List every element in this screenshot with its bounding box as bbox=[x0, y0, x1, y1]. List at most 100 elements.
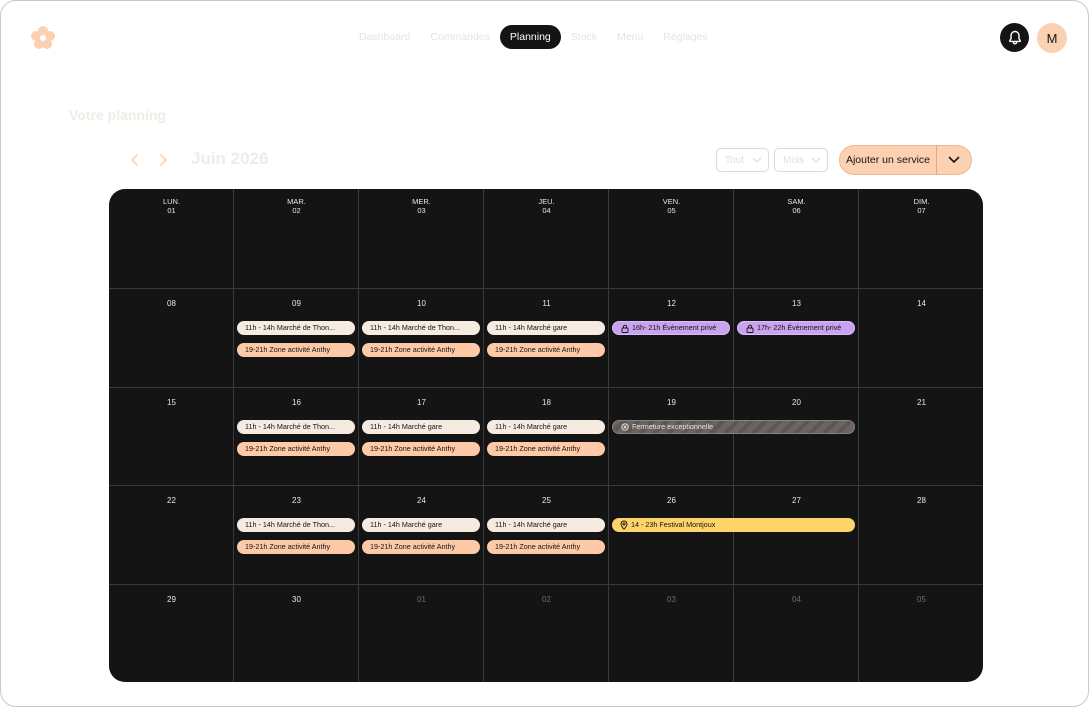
calendar-event[interactable]: 11h - 14h Marché gare bbox=[487, 420, 605, 434]
nav-commandes[interactable]: Commandes bbox=[420, 25, 500, 49]
day-cell-number[interactable]: 09 bbox=[234, 299, 359, 308]
day-cell-number[interactable]: 17 bbox=[359, 398, 484, 407]
day-cell-number[interactable]: 21 bbox=[859, 398, 983, 407]
app-window: Dashboard Commandes Planning Stock Menu … bbox=[0, 0, 1089, 707]
weekday-header[interactable]: SAM. 06 bbox=[734, 197, 859, 215]
weekday-header[interactable]: VEN. 05 bbox=[609, 197, 734, 215]
day-cell-number[interactable]: 19 bbox=[609, 398, 734, 407]
day-cell-number[interactable]: 24 bbox=[359, 496, 484, 505]
calendar-event[interactable]: 11h - 14h Marché de Thon... bbox=[237, 518, 355, 532]
weekday-name: MER. bbox=[412, 197, 431, 206]
calendar-event[interactable]: 19-21h Zone activité Anthy bbox=[487, 343, 605, 357]
day-cell-number[interactable]: 15 bbox=[109, 398, 234, 407]
day-cell-number[interactable]: 20 bbox=[734, 398, 859, 407]
calendar-event-label: 14 - 23h Festival Montjoux bbox=[631, 520, 716, 529]
nav-stock[interactable]: Stock bbox=[561, 25, 607, 49]
weekday-date: 01 bbox=[167, 206, 176, 215]
add-service-button[interactable]: Ajouter un service bbox=[840, 146, 936, 174]
nav-planning[interactable]: Planning bbox=[499, 25, 561, 49]
weekday-name: MAR. bbox=[287, 197, 306, 206]
day-cell-number[interactable]: 23 bbox=[234, 496, 359, 505]
grid-line-horizontal bbox=[109, 584, 983, 585]
grid-line-vertical bbox=[608, 189, 609, 682]
chevron-down-icon bbox=[948, 156, 960, 163]
logo-icon[interactable] bbox=[29, 24, 57, 52]
calendar-event[interactable]: 19-21h Zone activité Anthy bbox=[237, 442, 355, 456]
calendar-event[interactable]: 19-21h Zone activité Anthy bbox=[237, 343, 355, 357]
day-cell-number[interactable]: 08 bbox=[109, 299, 234, 308]
view-select-value: Mois bbox=[783, 154, 805, 166]
view-select[interactable]: Mois bbox=[774, 148, 828, 172]
nav-dashboard[interactable]: Dashboard bbox=[349, 25, 420, 49]
next-month-button[interactable] bbox=[154, 151, 172, 169]
day-cell-number[interactable]: 27 bbox=[734, 496, 859, 505]
calendar-event-label: 11h - 14h Marché gare bbox=[370, 520, 443, 529]
day-cell-number[interactable]: 30 bbox=[234, 595, 359, 604]
add-service-options-button[interactable] bbox=[937, 146, 971, 174]
notifications-button[interactable] bbox=[1000, 23, 1029, 52]
calendar-event-label: 19-21h Zone activité Anthy bbox=[495, 444, 581, 453]
calendar-event[interactable]: 17h- 22h Évènement privé bbox=[737, 321, 855, 335]
nav-reglages[interactable]: Réglages bbox=[653, 25, 717, 49]
lock-icon bbox=[746, 324, 754, 333]
day-cell-number[interactable]: 22 bbox=[109, 496, 234, 505]
calendar-event-label: 11h - 14h Marché gare bbox=[495, 422, 568, 431]
weekday-header[interactable]: JEU. 04 bbox=[484, 197, 609, 215]
calendar-event[interactable]: 19-21h Zone activité Anthy bbox=[362, 540, 480, 554]
page-title: Votre planning bbox=[69, 107, 166, 123]
calendar-event-label: 11h - 14h Marché gare bbox=[495, 323, 568, 332]
calendar-event[interactable]: 14 - 23h Festival Montjoux bbox=[612, 518, 855, 532]
chevron-left-icon bbox=[131, 154, 138, 166]
day-cell-number[interactable]: 14 bbox=[859, 299, 983, 308]
prev-month-button[interactable] bbox=[126, 151, 144, 169]
weekday-date: 03 bbox=[417, 206, 426, 215]
day-cell-number[interactable]: 11 bbox=[484, 299, 609, 308]
location-pin-icon bbox=[620, 520, 628, 530]
calendar-event[interactable]: 11h - 14h Marché gare bbox=[362, 420, 480, 434]
calendar-event[interactable]: 16h- 21h Évènement privé bbox=[612, 321, 730, 335]
closed-icon bbox=[621, 423, 629, 431]
weekday-name: DIM. bbox=[913, 197, 930, 206]
calendar-event[interactable]: 11h - 14h Marché gare bbox=[487, 518, 605, 532]
day-cell-number[interactable]: 05 bbox=[859, 595, 983, 604]
calendar-event[interactable]: 11h - 14h Marché gare bbox=[362, 518, 480, 532]
calendar-event[interactable]: 11h - 14h Marché de Thon... bbox=[237, 321, 355, 335]
day-cell-number[interactable]: 04 bbox=[734, 595, 859, 604]
calendar-event[interactable]: 19-21h Zone activité Anthy bbox=[237, 540, 355, 554]
calendar-event-label: 11h - 14h Marché de Thon... bbox=[245, 422, 336, 431]
day-cell-number[interactable]: 12 bbox=[609, 299, 734, 308]
calendar-event[interactable]: 11h - 14h Marché gare bbox=[487, 321, 605, 335]
day-cell-number[interactable]: 03 bbox=[609, 595, 734, 604]
day-cell-number[interactable]: 25 bbox=[484, 496, 609, 505]
calendar-event[interactable]: 19-21h Zone activité Anthy bbox=[362, 343, 480, 357]
filter-select[interactable]: Tout bbox=[716, 148, 769, 172]
weekday-header[interactable]: LUN. 01 bbox=[109, 197, 234, 215]
day-cell-number[interactable]: 28 bbox=[859, 496, 983, 505]
weekday-header[interactable]: MER. 03 bbox=[359, 197, 484, 215]
calendar-event[interactable]: 19-21h Zone activité Anthy bbox=[487, 442, 605, 456]
grid-line-vertical bbox=[483, 189, 484, 682]
calendar-event[interactable]: 19-21h Zone activité Anthy bbox=[487, 540, 605, 554]
calendar-event-label: 19-21h Zone activité Anthy bbox=[370, 444, 456, 453]
calendar-event[interactable]: 11h - 14h Marché de Thon... bbox=[362, 321, 480, 335]
weekday-header[interactable]: MAR. 02 bbox=[234, 197, 359, 215]
day-cell-number[interactable]: 13 bbox=[734, 299, 859, 308]
day-cell-number[interactable]: 18 bbox=[484, 398, 609, 407]
day-cell-number[interactable]: 10 bbox=[359, 299, 484, 308]
calendar-event[interactable]: 11h - 14h Marché de Thon... bbox=[237, 420, 355, 434]
grid-line-horizontal bbox=[109, 288, 983, 289]
calendar-event[interactable]: Fermeture exceptionnelle bbox=[612, 420, 855, 434]
weekday-date: 04 bbox=[542, 206, 551, 215]
calendar-event[interactable]: 19-21h Zone activité Anthy bbox=[362, 442, 480, 456]
chevron-down-icon bbox=[811, 157, 821, 163]
day-cell-number[interactable]: 29 bbox=[109, 595, 234, 604]
day-cell-number[interactable]: 01 bbox=[359, 595, 484, 604]
day-cell-number[interactable]: 16 bbox=[234, 398, 359, 407]
filter-select-value: Tout bbox=[725, 154, 744, 166]
day-cell-number[interactable]: 26 bbox=[609, 496, 734, 505]
weekday-name: LUN. bbox=[162, 197, 181, 206]
weekday-header[interactable]: DIM. 07 bbox=[859, 197, 983, 215]
avatar[interactable]: M bbox=[1037, 23, 1067, 53]
nav-menu[interactable]: Menu bbox=[607, 25, 653, 49]
day-cell-number[interactable]: 02 bbox=[484, 595, 609, 604]
